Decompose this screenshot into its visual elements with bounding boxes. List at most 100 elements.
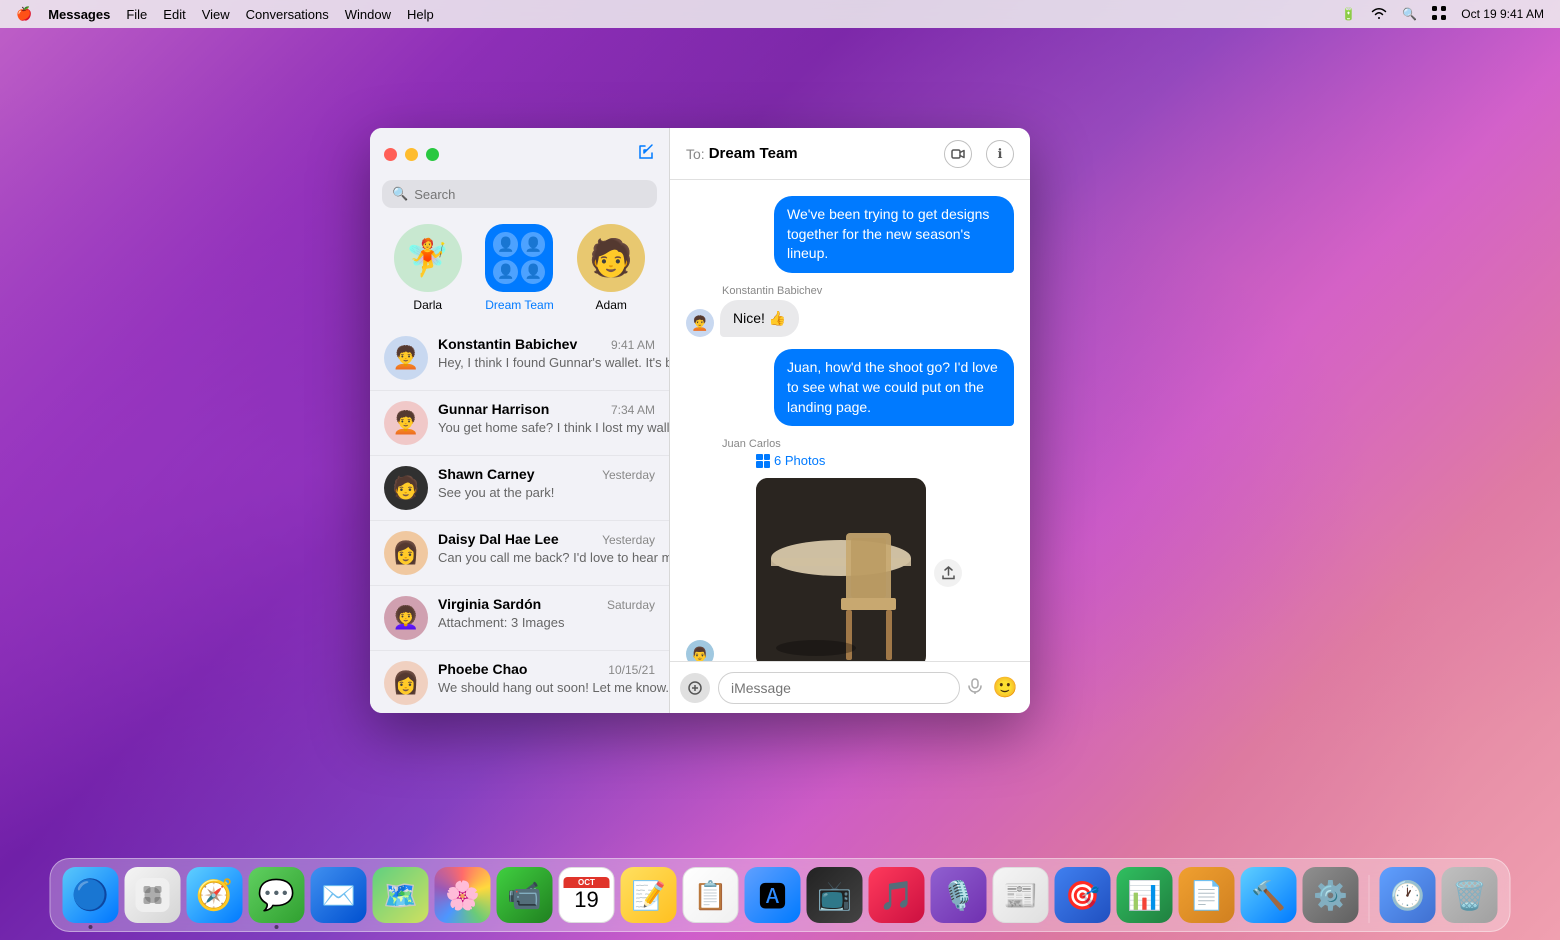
photo-thumbnail[interactable] [756, 478, 926, 661]
conversation-phoebe[interactable]: 👩 Phoebe Chao 10/15/21 We should hang ou… [370, 651, 669, 713]
sidebar-titlebar [370, 128, 669, 180]
dock-news[interactable]: 📰 [993, 867, 1049, 923]
phoebe-name: Phoebe Chao [438, 661, 527, 677]
podcasts-icon: 🎙️ [941, 879, 976, 912]
pinned-dream-team[interactable]: 👤 👤 👤 👤 Dream Team [485, 224, 553, 312]
conversations-menu[interactable]: Conversations [246, 7, 329, 22]
juan-message-row: 👨 6 Photos [686, 453, 926, 661]
photo-container [720, 478, 926, 661]
dock-xcode[interactable]: 🔨 [1241, 867, 1297, 923]
darla-avatar: 🧚 [394, 224, 462, 292]
dock-launchpad[interactable] [125, 867, 181, 923]
finder-icon: 🔵 [72, 878, 109, 913]
conversation-shawn[interactable]: 🧑 Shawn Carney Yesterday See you at the … [370, 456, 669, 521]
konstantin-time: 9:41 AM [611, 338, 655, 352]
desktop: 🍎 Messages File Edit View Conversations … [0, 0, 1560, 940]
notes-icon: 📝 [631, 879, 666, 912]
conversation-gunnar[interactable]: 🧑‍🦱 Gunnar Harrison 7:34 AM You get home… [370, 391, 669, 456]
dock-finder[interactable]: 🔵 [63, 867, 119, 923]
dock-screentime[interactable]: 🕐 [1380, 867, 1436, 923]
facetime-icon: 📹 [507, 879, 542, 912]
close-button[interactable] [384, 148, 397, 161]
video-call-button[interactable] [944, 140, 972, 168]
app-menu[interactable]: Messages [48, 7, 110, 22]
shawn-avatar: 🧑 [384, 466, 428, 510]
gunnar-name: Gunnar Harrison [438, 401, 549, 417]
conversation-list: 🧑‍🦱 Konstantin Babichev 9:41 AM Hey, I t… [370, 326, 669, 713]
gunnar-preview: You get home safe? I think I lost my wal… [438, 420, 669, 435]
bubble-outgoing-1: We've been trying to get designs togethe… [774, 196, 1014, 273]
info-button[interactable]: ℹ [986, 140, 1014, 168]
conversation-virginia[interactable]: 👩‍🦱 Virginia Sardón Saturday Attachment:… [370, 586, 669, 651]
numbers-icon: 📊 [1127, 879, 1162, 912]
dock-reminders[interactable]: 📋 [683, 867, 739, 923]
news-icon: 📰 [1003, 879, 1038, 912]
dock-keynote[interactable]: 🎯 [1055, 867, 1111, 923]
juan-msg-avatar: 👨 [686, 640, 714, 661]
adam-avatar: 🧑 [577, 224, 645, 292]
dock-mail[interactable]: ✉️ [311, 867, 367, 923]
gunnar-avatar: 🧑‍🦱 [384, 401, 428, 445]
daisy-time: Yesterday [602, 533, 655, 547]
dock-trash[interactable]: 🗑️ [1442, 867, 1498, 923]
chat-header: To: Dream Team ℹ [670, 128, 1030, 180]
to-label: To: [686, 146, 705, 162]
search-icon[interactable]: 🔍 [1402, 7, 1417, 21]
dock-appstore[interactable]: 🅰 [745, 867, 801, 923]
message-input[interactable] [718, 672, 960, 704]
control-center-icon[interactable] [1431, 5, 1447, 24]
dock-pages[interactable]: 📄 [1179, 867, 1235, 923]
conversation-konstantin[interactable]: 🧑‍🦱 Konstantin Babichev 9:41 AM Hey, I t… [370, 326, 669, 391]
dock-tv[interactable]: 📺 [807, 867, 863, 923]
dock-podcasts[interactable]: 🎙️ [931, 867, 987, 923]
compose-button[interactable] [637, 143, 655, 166]
apple-menu[interactable]: 🍎 [16, 6, 32, 22]
minimize-button[interactable] [405, 148, 418, 161]
pinned-adam[interactable]: 🧑 Adam [577, 224, 645, 312]
reminders-icon: 📋 [693, 879, 728, 912]
apps-button[interactable] [680, 673, 710, 703]
appstore-icon: 🅰 [758, 875, 786, 915]
mail-icon: ✉️ [321, 879, 356, 912]
edit-menu[interactable]: Edit [163, 7, 185, 22]
dock-numbers[interactable]: 📊 [1117, 867, 1173, 923]
emoji-button[interactable]: 🙂 [990, 673, 1020, 703]
menubar: 🍎 Messages File Edit View Conversations … [0, 0, 1560, 28]
share-photo-button[interactable] [934, 559, 962, 587]
chat-header-actions: ℹ [944, 140, 1014, 168]
dock-music[interactable]: 🎵 [869, 867, 925, 923]
finder-dot [89, 925, 93, 929]
dock: 🔵 🧭 💬 ✉️ [50, 858, 1511, 932]
messages-dot [275, 925, 279, 929]
messages-icon: 💬 [258, 878, 295, 913]
view-menu[interactable]: View [202, 7, 230, 22]
dock-photos[interactable]: 🌸 [435, 867, 491, 923]
dock-safari[interactable]: 🧭 [187, 867, 243, 923]
dock-calendar[interactable]: OCT 19 [559, 867, 615, 923]
dock-messages[interactable]: 💬 [249, 867, 305, 923]
maximize-button[interactable] [426, 148, 439, 161]
conversation-daisy[interactable]: 👩 Daisy Dal Hae Lee Yesterday Can you ca… [370, 521, 669, 586]
dock-maps[interactable]: 🗺️ [373, 867, 429, 923]
message-outgoing-2: Juan, how'd the shoot go? I'd love to se… [686, 349, 1014, 426]
shawn-name: Shawn Carney [438, 466, 534, 482]
photos-label[interactable]: 6 Photos [756, 453, 926, 468]
pinned-darla[interactable]: 🧚 Darla [394, 224, 462, 312]
konstantin-msg-avatar: 🧑‍🦱 [686, 309, 714, 337]
messages-body: We've been trying to get designs togethe… [670, 180, 1030, 661]
window-menu[interactable]: Window [345, 7, 391, 22]
phoebe-content: Phoebe Chao 10/15/21 We should hang out … [438, 661, 655, 697]
dock-system-prefs[interactable]: ⚙️ [1303, 867, 1359, 923]
virginia-preview: Attachment: 3 Images [438, 615, 564, 630]
help-menu[interactable]: Help [407, 7, 434, 22]
daisy-name: Daisy Dal Hae Lee [438, 531, 559, 547]
photos-icon: 🌸 [445, 879, 480, 912]
dock-facetime[interactable]: 📹 [497, 867, 553, 923]
search-input[interactable] [414, 187, 647, 202]
dock-notes[interactable]: 📝 [621, 867, 677, 923]
search-bar[interactable]: 🔍 [382, 180, 657, 208]
phoebe-time: 10/15/21 [608, 663, 655, 677]
konstantin-message-row: 🧑‍🦱 Nice! 👍 [686, 300, 799, 338]
file-menu[interactable]: File [126, 7, 147, 22]
virginia-avatar: 👩‍🦱 [384, 596, 428, 640]
